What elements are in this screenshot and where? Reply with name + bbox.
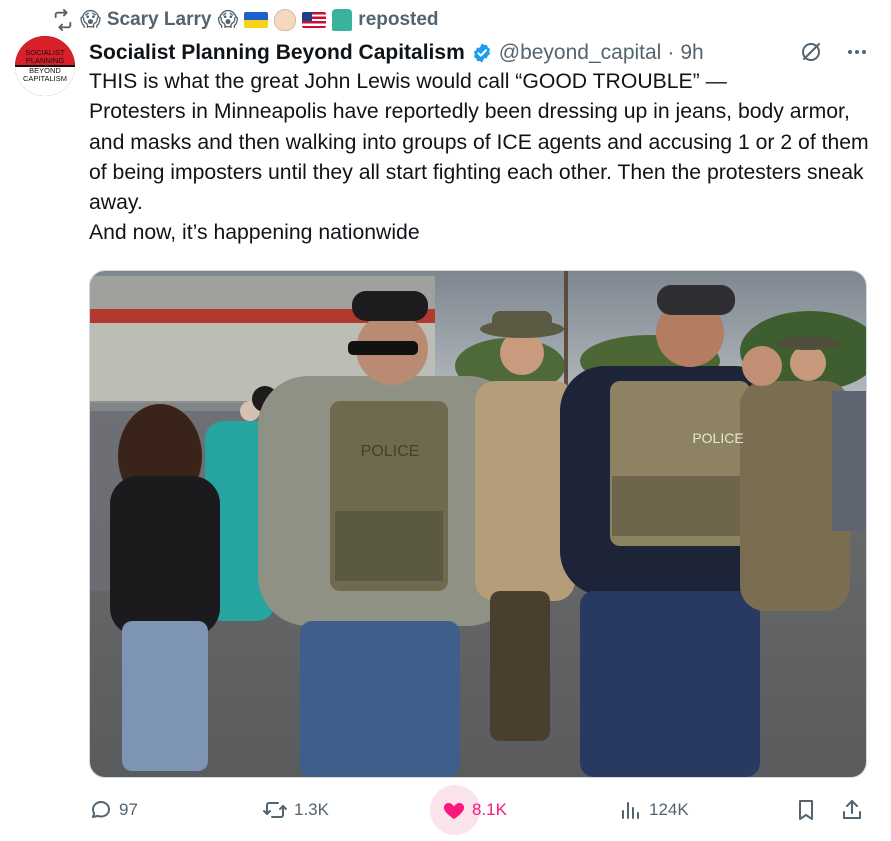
repost-icon [263,802,287,818]
ukraine-flag-icon [244,12,269,28]
separator-dot: · [667,41,675,64]
scream-emoji-2: 😱 [217,9,239,31]
avatar-text-line: CAPITALISM [22,74,68,83]
repost-context[interactable]: 😱 Scary Larry 😱 reposted [52,6,439,34]
views-icon [622,802,639,819]
tweet-header: Socialist Planning Beyond Capitalism @be… [89,38,704,68]
tweet-photo[interactable]: POLICE POLICE [89,270,867,778]
like-count: 8.1K [472,800,507,819]
bookmark-button[interactable] [795,790,817,830]
verified-badge-icon [473,43,490,63]
reply-count: 97 [119,800,138,819]
avatar-top: SOCIALIST PLANNING [15,36,75,65]
reply-button[interactable]: 97 [89,790,138,830]
grok-icon[interactable] [799,40,823,64]
author-display-name[interactable]: Socialist Planning Beyond Capitalism [89,41,465,65]
vest-label: POLICE [361,443,420,460]
heart-icon [443,803,465,819]
repost-icon [54,9,72,31]
like-button[interactable]: 8.1K [430,785,507,835]
more-options-icon[interactable] [845,40,869,64]
repost-user-name[interactable]: Scary Larry [107,9,212,31]
avatar-bottom: BEYOND CAPITALISM [15,65,75,96]
views-count: 124K [649,800,689,819]
tweet-text: THIS is what the great John Lewis would … [89,70,869,245]
protest-photo-image: POLICE POLICE [90,271,866,777]
tweet-time[interactable]: 9h [680,41,703,65]
repost-count: 1.3K [294,800,329,819]
share-icon [843,800,861,819]
reposted-label: reposted [358,9,439,30]
author-avatar[interactable]: SOCIALIST PLANNING BEYOND CAPITALISM [15,36,75,96]
reply-icon [92,801,110,818]
avatar-text-line: PLANNING [25,56,65,65]
repost-button[interactable]: 1.3K [262,790,329,830]
tweet-top-actions [799,40,869,64]
tweet-actions-bar: 97 1.3K 8.1K 124K [0,785,891,835]
statue-of-liberty-icon [332,9,353,31]
author-handle[interactable]: @beyond_capital [499,41,662,65]
views-button[interactable]: 124K [619,790,689,830]
us-flag-icon [302,12,327,28]
raised-fist-icon [274,9,297,31]
bookmark-icon [799,800,813,820]
share-button[interactable] [840,790,864,830]
scream-emoji: 😱 [80,9,101,31]
vest-label: POLICE [692,430,743,446]
